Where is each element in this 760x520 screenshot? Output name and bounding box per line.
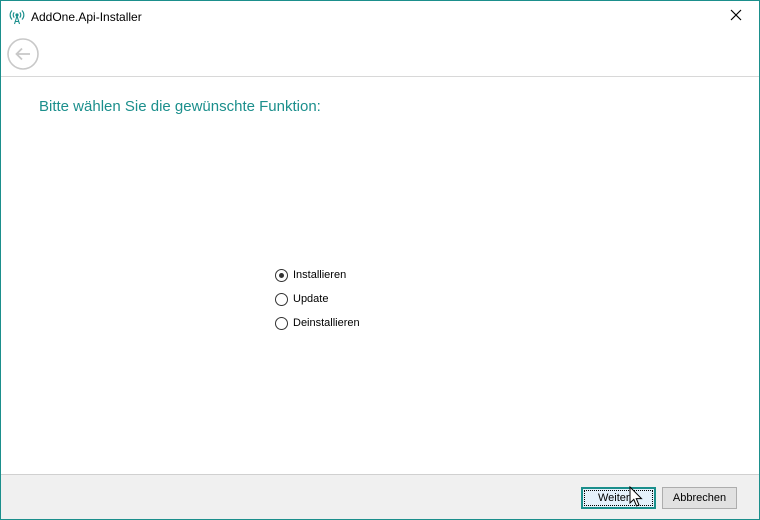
window-title: AddOne.Api-Installer [31,10,142,24]
back-button[interactable] [7,38,39,70]
next-button[interactable]: Weiter > [581,487,656,509]
cancel-button-label: Abbrechen [672,492,727,504]
installer-window: AddOne.Api-Installer Bitte wählen Sie di… [0,0,760,520]
option-install[interactable]: Installieren [275,263,360,287]
navigation-bar [1,33,759,76]
radio-install[interactable] [275,268,288,282]
option-update[interactable]: Update [275,287,360,311]
close-button[interactable] [713,1,759,33]
option-install-label: Installieren [293,269,347,281]
close-icon [730,8,742,26]
function-options: Installieren Update Deinstallieren [275,263,360,335]
option-uninstall-label: Deinstallieren [293,317,360,329]
radio-update[interactable] [275,292,288,306]
antenna-icon [9,9,25,25]
radio-uninstall[interactable] [275,316,288,330]
cancel-button[interactable]: Abbrechen [662,487,737,509]
focus-ring [584,490,653,506]
title-bar: AddOne.Api-Installer [1,1,759,33]
back-arrow-icon [7,38,39,70]
option-update-label: Update [293,293,329,305]
footer-bar: Weiter > Abbrechen [1,474,759,519]
page-heading: Bitte wählen Sie die gewünschte Funktion… [39,98,321,115]
option-uninstall[interactable]: Deinstallieren [275,311,360,335]
content-area: Bitte wählen Sie die gewünschte Funktion… [1,77,759,474]
